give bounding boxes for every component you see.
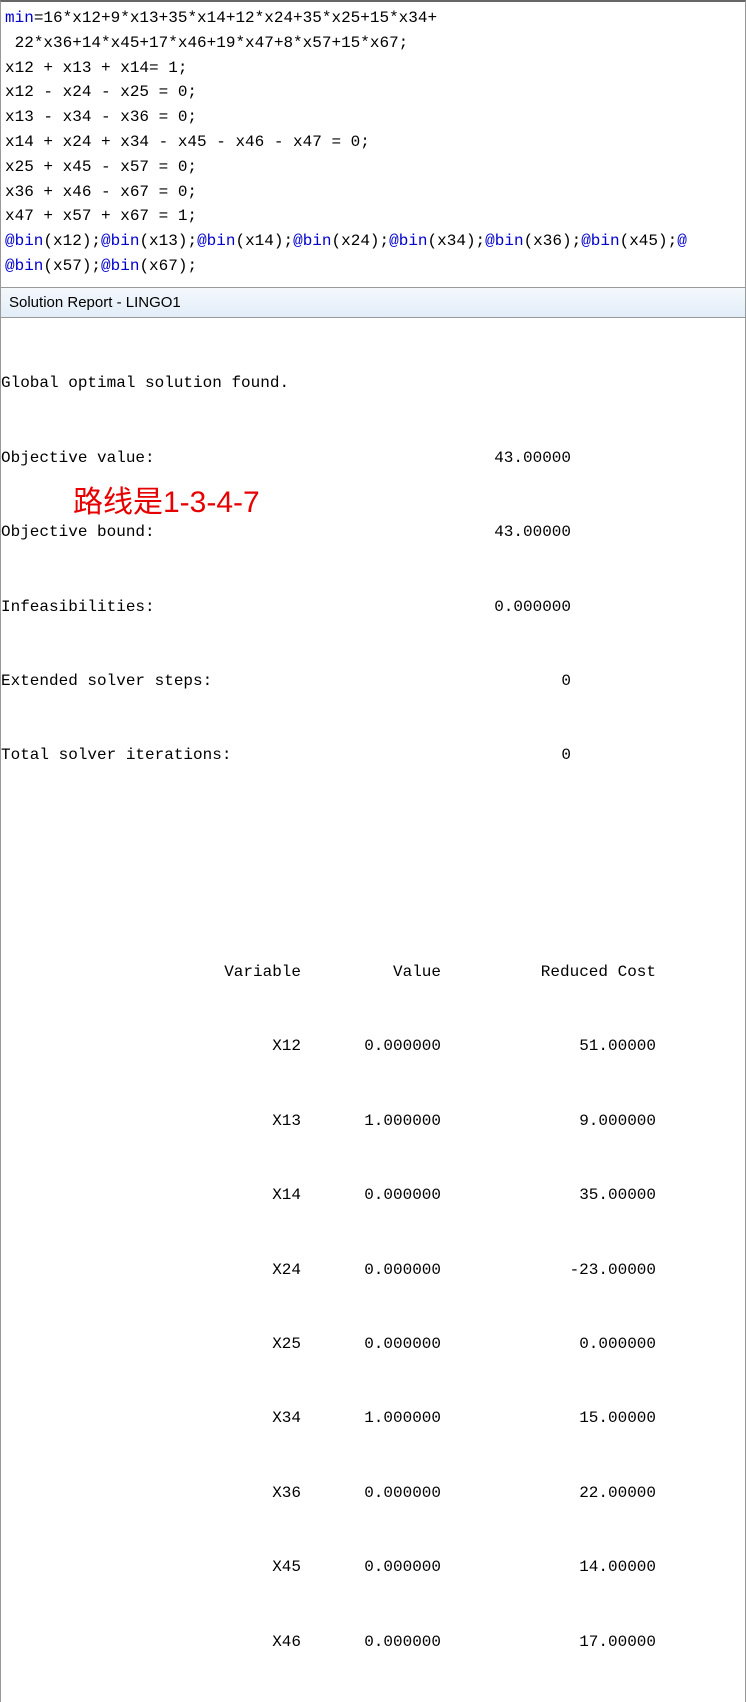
table-row: X120.00000051.00000 <box>1 1034 745 1059</box>
bin-keyword: @ <box>677 232 687 250</box>
cell-reduced-cost: 15.00000 <box>441 1406 656 1431</box>
solution-report-panel: Solution Report - LINGO1 Global optimal … <box>0 288 746 1702</box>
table-row: X450.00000014.00000 <box>1 1555 745 1580</box>
cell-variable: X46 <box>1 1630 301 1655</box>
summary-value: 43.00000 <box>291 446 571 471</box>
summary-value: 0 <box>291 743 571 768</box>
cell-reduced-cost: 0.000000 <box>441 1332 656 1357</box>
table-row: X460.00000017.00000 <box>1 1630 745 1655</box>
status-line: Global optimal solution found. <box>1 371 745 396</box>
table-row: X341.00000015.00000 <box>1 1406 745 1431</box>
table-row: X140.00000035.00000 <box>1 1183 745 1208</box>
cell-reduced-cost: 9.000000 <box>441 1109 656 1134</box>
objective-part2: 22*x36+14*x45+17*x46+19*x47+8*x57+15*x67… <box>5 34 408 52</box>
table-header-row: VariableValueReduced Cost <box>1 960 745 985</box>
summary-row: Objective value:43.00000 <box>1 446 745 471</box>
constraint-line: x13 - x34 - x36 = 0; <box>5 108 197 126</box>
bin-keyword: @bin <box>5 257 43 275</box>
cell-reduced-cost: 22.00000 <box>441 1481 656 1506</box>
cell-value: 0.000000 <box>301 1332 441 1357</box>
cell-value: 0.000000 <box>301 1555 441 1580</box>
table-row: X250.0000000.000000 <box>1 1332 745 1357</box>
cell-variable: X25 <box>1 1332 301 1357</box>
bin-keyword: @bin <box>197 232 235 250</box>
bin-keyword: @bin <box>389 232 427 250</box>
cell-variable: X36 <box>1 1481 301 1506</box>
summary-row: Infeasibilities:0.000000 <box>1 595 745 620</box>
summary-label: Total solver iterations: <box>1 743 291 768</box>
summary-label: Objective value: <box>1 446 291 471</box>
bin-keyword: @bin <box>5 232 43 250</box>
bin-var: x45 <box>629 232 658 250</box>
constraint-line: x12 - x24 - x25 = 0; <box>5 83 197 101</box>
cell-value: 0.000000 <box>301 1183 441 1208</box>
summary-row: Total solver iterations:0 <box>1 743 745 768</box>
summary-row: Extended solver steps:0 <box>1 669 745 694</box>
cell-variable: X24 <box>1 1258 301 1283</box>
min-keyword: min <box>5 9 34 27</box>
table-row: X240.000000-23.00000 <box>1 1258 745 1283</box>
cell-value: 1.000000 <box>301 1109 441 1134</box>
report-title-bar[interactable]: Solution Report - LINGO1 <box>1 288 745 318</box>
cell-variable: X45 <box>1 1555 301 1580</box>
cell-reduced-cost: 35.00000 <box>441 1183 656 1208</box>
report-body: Global optimal solution found. Objective… <box>1 318 745 1702</box>
objective-part1: =16*x12+9*x13+35*x14+12*x24+35*x25+15*x3… <box>34 9 437 27</box>
cell-value: 0.000000 <box>301 1258 441 1283</box>
code-editor-panel[interactable]: min=16*x12+9*x13+35*x14+12*x24+35*x25+15… <box>0 0 746 288</box>
bin-var: x24 <box>341 232 370 250</box>
summary-label: Extended solver steps: <box>1 669 291 694</box>
constraint-line: x47 + x57 + x67 = 1; <box>5 207 197 225</box>
header-variable: Variable <box>1 960 301 985</box>
table-row: X131.0000009.000000 <box>1 1109 745 1134</box>
summary-value: 0 <box>291 669 571 694</box>
bin-var: x34 <box>437 232 466 250</box>
cell-reduced-cost: 51.00000 <box>441 1034 656 1059</box>
bin-var: x13 <box>149 232 178 250</box>
bin-var: x36 <box>533 232 562 250</box>
bin-keyword: @bin <box>293 232 331 250</box>
constraint-line: x36 + x46 - x67 = 0; <box>5 183 197 201</box>
bin-keyword: @bin <box>101 257 139 275</box>
cell-variable: X34 <box>1 1406 301 1431</box>
cell-value: 1.000000 <box>301 1406 441 1431</box>
bin-var: x67 <box>149 257 178 275</box>
cell-reduced-cost: 17.00000 <box>441 1630 656 1655</box>
bin-var: x57 <box>53 257 82 275</box>
cell-reduced-cost: 14.00000 <box>441 1555 656 1580</box>
header-reduced-cost: Reduced Cost <box>441 960 656 985</box>
cell-value: 0.000000 <box>301 1481 441 1506</box>
bin-var: x12 <box>53 232 82 250</box>
summary-label: Infeasibilities: <box>1 595 291 620</box>
cell-variable: X14 <box>1 1183 301 1208</box>
table-row: X360.00000022.00000 <box>1 1481 745 1506</box>
bin-keyword: @bin <box>485 232 523 250</box>
constraint-line: x12 + x13 + x14= 1; <box>5 59 187 77</box>
cell-value: 0.000000 <box>301 1034 441 1059</box>
cell-variable: X13 <box>1 1109 301 1134</box>
cell-reduced-cost: -23.00000 <box>441 1258 656 1283</box>
route-annotation: 路线是1-3-4-7 <box>73 480 260 527</box>
constraint-line: x25 + x45 - x57 = 0; <box>5 158 197 176</box>
cell-value: 0.000000 <box>301 1630 441 1655</box>
constraint-line: x14 + x24 + x34 - x45 - x46 - x47 = 0; <box>5 133 370 151</box>
cell-variable: X12 <box>1 1034 301 1059</box>
summary-value: 43.00000 <box>291 520 571 545</box>
summary-value: 0.000000 <box>291 595 571 620</box>
bin-keyword: @bin <box>581 232 619 250</box>
bin-var: x14 <box>245 232 274 250</box>
bin-keyword: @bin <box>101 232 139 250</box>
header-value: Value <box>301 960 441 985</box>
